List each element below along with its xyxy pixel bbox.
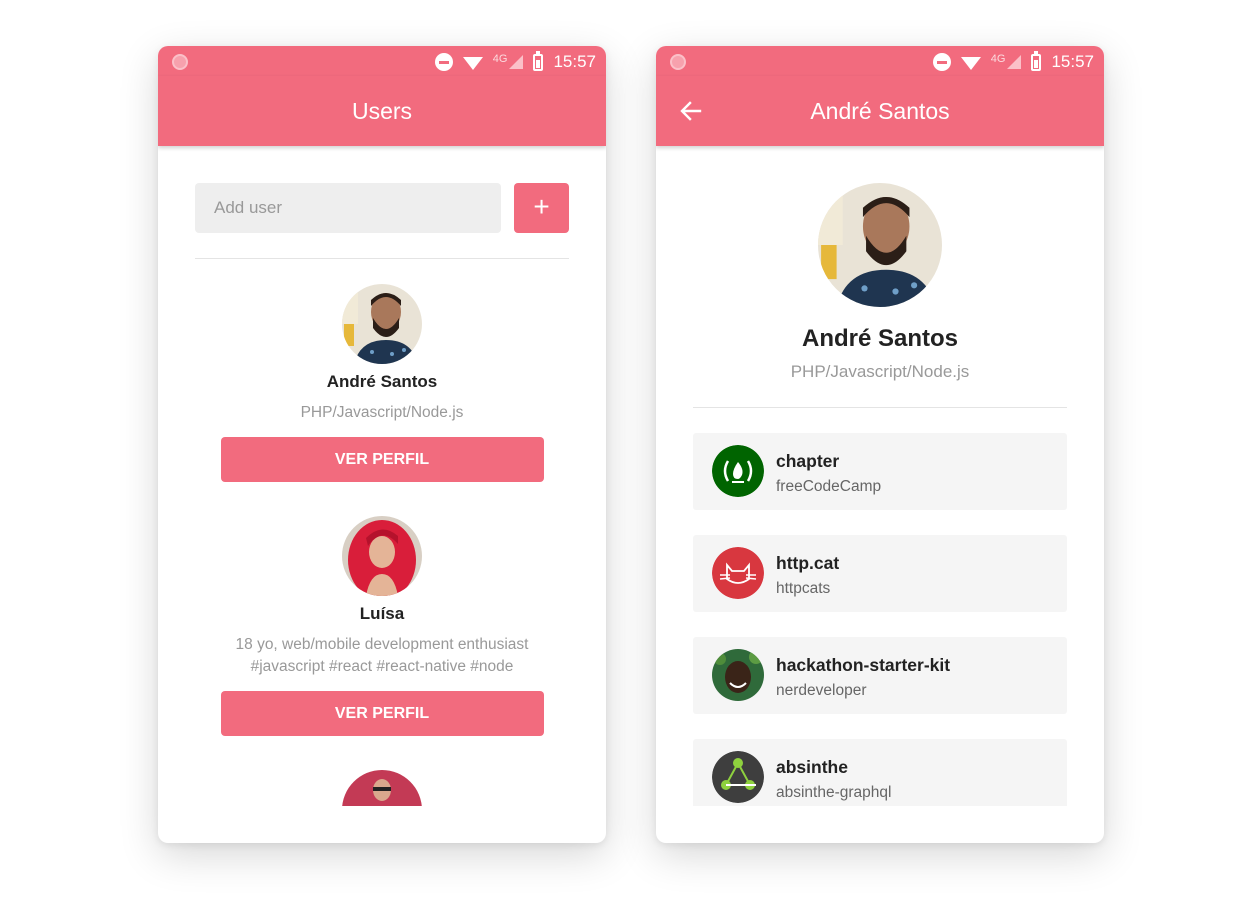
repo-owner: nerdeveloper [776, 682, 867, 699]
notification-dot-icon [172, 54, 188, 70]
status-time: 15:57 [553, 52, 596, 71]
notification-dot-icon [670, 54, 686, 70]
avatar [342, 770, 422, 806]
signal-icon [1007, 55, 1022, 69]
do-not-disturb-icon [932, 53, 951, 71]
user-name: André Santos [326, 372, 438, 391]
battery-icon [533, 50, 544, 71]
repo-owner: freeCodeCamp [776, 478, 882, 495]
repo-name: absinthe [776, 757, 848, 777]
avatar [342, 284, 422, 364]
user-card [158, 770, 606, 806]
user-photo [712, 649, 764, 701]
repo-item[interactable]: absinthe absinthe-graphql [693, 739, 1067, 806]
view-profile-button[interactable]: VER PERFIL [220, 691, 544, 736]
freecodecamp-logo-icon [712, 445, 764, 497]
repo-item[interactable]: chapter freeCodeCamp [693, 433, 1067, 510]
profile-avatar [818, 183, 942, 307]
repo-name: http.cat [776, 553, 840, 573]
wifi-icon [960, 57, 981, 70]
users-screen: 4G 15:57 Users + [158, 46, 606, 843]
profile-bio: PHP/Javascript/Node.js [790, 362, 970, 381]
network-type-label: 4G [492, 53, 508, 65]
divider [195, 258, 569, 259]
page-title: André Santos [810, 98, 950, 124]
status-time: 15:57 [1051, 52, 1094, 71]
add-user-input[interactable] [195, 183, 501, 233]
user-card: Luísa 18 yo, web/mobile development enth… [158, 516, 606, 736]
profile-name: André Santos [801, 325, 959, 352]
view-profile-button[interactable]: VER PERFIL [220, 437, 544, 482]
add-user-button[interactable]: + [514, 183, 569, 233]
app-bar: Users [158, 76, 606, 146]
do-not-disturb-icon [434, 53, 453, 71]
repo-name: hackathon-starter-kit [776, 655, 951, 675]
wifi-icon [462, 57, 483, 70]
profile-screen: 4G 15:57 André Santos André Santos PHP/J… [656, 46, 1104, 843]
app-bar: André Santos [656, 76, 1104, 146]
avatar [342, 516, 422, 596]
divider [693, 407, 1067, 408]
cat-logo-icon [712, 547, 764, 599]
repo-item[interactable]: hackathon-starter-kit nerdeveloper [693, 637, 1067, 714]
repo-name: chapter [776, 451, 840, 471]
repo-owner: httpcats [776, 580, 831, 597]
add-user-form: + [195, 183, 569, 233]
user-name: Luísa [359, 604, 405, 623]
graph-logo-icon [712, 751, 764, 803]
battery-icon [1031, 50, 1042, 71]
repo-owner: absinthe-graphql [776, 784, 892, 801]
user-bio: 18 yo, web/mobile development enthusiast… [235, 636, 529, 675]
status-bar: 4G 15:57 [158, 46, 606, 76]
user-card: André Santos PHP/Javascript/Node.js VER … [158, 284, 606, 482]
user-bio: PHP/Javascript/Node.js [300, 404, 464, 421]
page-title: Users [351, 98, 413, 124]
status-bar: 4G 15:57 [656, 46, 1104, 76]
users-content[interactable]: + André Santos PHP/Javascript/Node.js VE… [158, 146, 606, 806]
repo-item[interactable]: http.cat httpcats [693, 535, 1067, 612]
signal-icon [509, 55, 524, 69]
network-type-label: 4G [990, 53, 1006, 65]
profile-content[interactable]: André Santos PHP/Javascript/Node.js chap… [656, 146, 1104, 806]
